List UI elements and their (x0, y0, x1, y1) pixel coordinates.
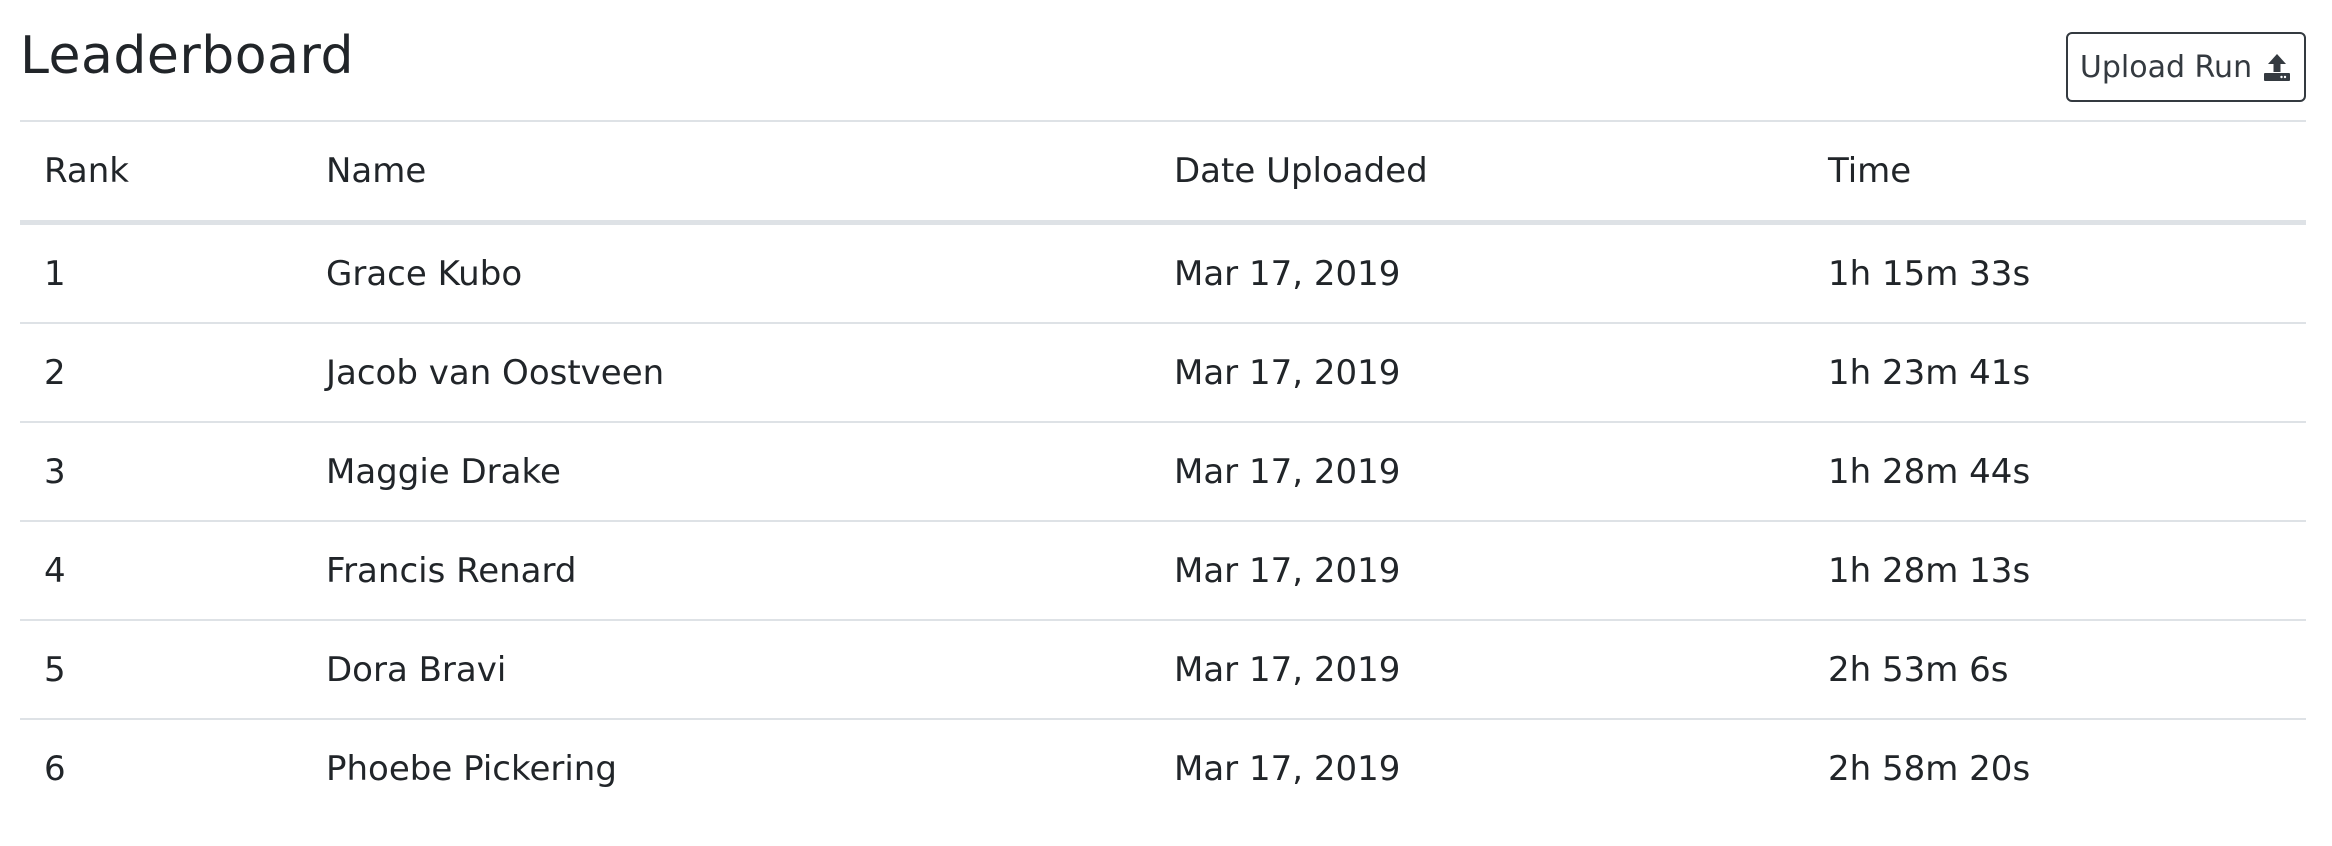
name-cell: Dora Bravi (302, 620, 1150, 720)
time-cell: 2h 53m 6s (1804, 620, 2306, 720)
date-cell: Mar 17, 2019 (1150, 620, 1804, 720)
rank-cell: 4 (20, 521, 302, 621)
page-title: Leaderboard (20, 26, 354, 86)
table-row: 2 Jacob van Oostveen Mar 17, 2019 1h 23m… (20, 323, 2306, 423)
date-cell: Mar 17, 2019 (1174, 748, 1401, 789)
column-header-time: Time (1804, 122, 2306, 225)
date-cell: Mar 17, 2019 (1150, 521, 1804, 621)
time-cell: 1h 23m 41s (1804, 323, 2306, 423)
table-row: 4 Francis Renard Mar 17, 2019 1h 28m 13s (20, 521, 2306, 621)
rank-cell: 5 (20, 620, 302, 720)
name-cell: Grace Kubo (302, 222, 1150, 324)
name-cell: Maggie Drake (302, 422, 1150, 522)
upload-run-button[interactable]: Upload Run (2066, 32, 2306, 102)
date-cell: Mar 17, 2019 (1150, 422, 1804, 522)
name-cell: Phoebe Pickering (326, 748, 617, 789)
time-cell: 1h 28m 13s (1804, 521, 2306, 621)
name-cell: Jacob van Oostveen (302, 323, 1150, 423)
rank-cell: 3 (20, 422, 302, 522)
rank-cell: 1 (20, 222, 302, 324)
column-header-name: Name (302, 122, 1150, 225)
time-cell: 1h 15m 33s (1804, 222, 2306, 324)
rank-cell: 6 (44, 748, 66, 789)
rank-cell: 2 (20, 323, 302, 423)
time-cell: 1h 28m 44s (1804, 422, 2306, 522)
date-cell: Mar 17, 2019 (1150, 323, 1804, 423)
upload-icon (2262, 52, 2292, 82)
leaderboard-table: Rank Name Date Uploaded Time 1 Grace Kub… (20, 122, 2306, 817)
table-row: 6 Phoebe Pickering Mar 17, 2019 2h 58m 2… (20, 719, 2306, 817)
upload-run-label: Upload Run (2079, 49, 2253, 85)
column-header-rank: Rank (20, 122, 302, 225)
date-cell: Mar 17, 2019 (1150, 222, 1804, 324)
page-header: Leaderboard Upload Run (20, 0, 2306, 122)
table-row: 1 Grace Kubo Mar 17, 2019 1h 15m 33s (20, 222, 2306, 324)
table-row: 3 Maggie Drake Mar 17, 2019 1h 28m 44s (20, 422, 2306, 522)
table-row: 5 Dora Bravi Mar 17, 2019 2h 53m 6s (20, 620, 2306, 720)
table-header-row: Rank Name Date Uploaded Time (20, 122, 2306, 225)
name-cell: Francis Renard (302, 521, 1150, 621)
column-header-date: Date Uploaded (1150, 122, 1804, 225)
time-cell: 2h 58m 20s (1828, 748, 2031, 789)
